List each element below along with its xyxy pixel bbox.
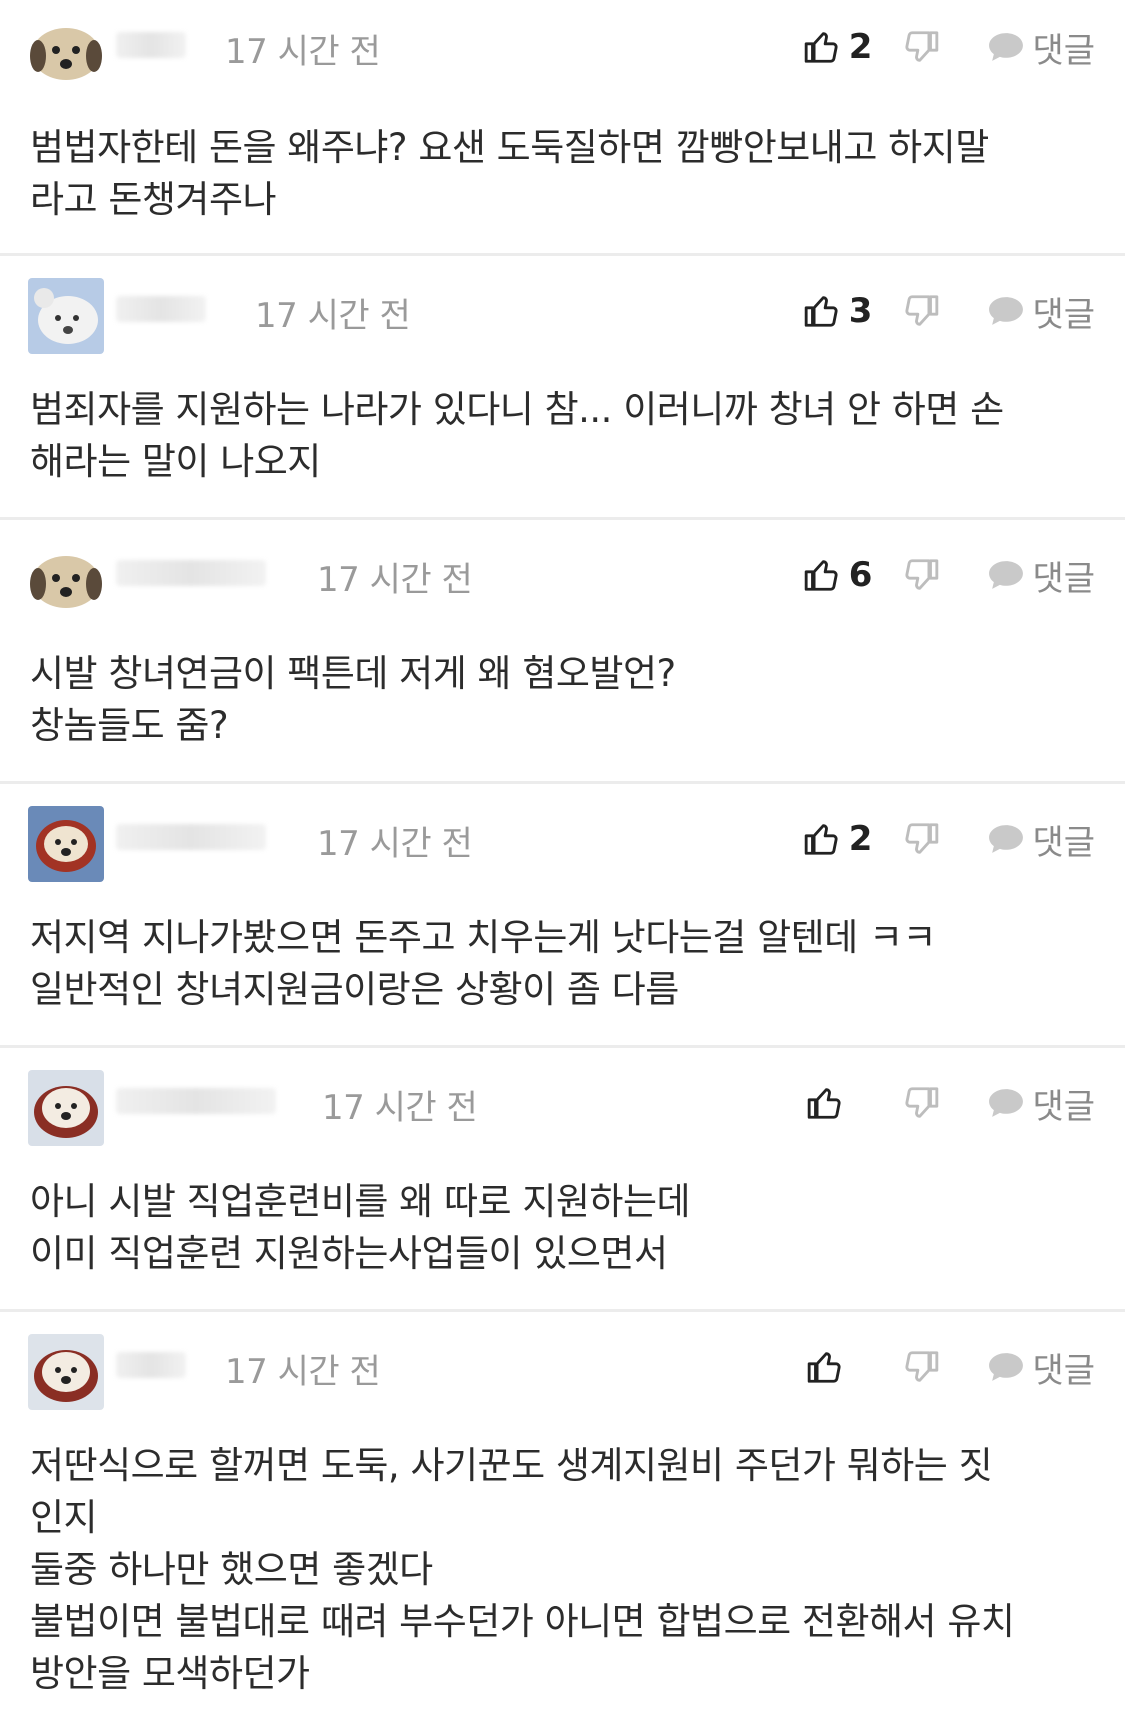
username-blurred bbox=[116, 1352, 186, 1378]
comment-actions: 2 댓글 bbox=[803, 814, 1095, 864]
speech-bubble-icon bbox=[989, 1353, 1024, 1381]
reply-button[interactable]: 댓글 bbox=[986, 815, 1095, 864]
dislike-button[interactable] bbox=[902, 28, 940, 66]
avatar[interactable] bbox=[28, 14, 104, 90]
comment-time: 17 시간 전 bbox=[255, 296, 411, 336]
comment-time: 17 시간 전 bbox=[317, 824, 473, 864]
thumbs-up-icon bbox=[808, 1352, 841, 1383]
comment-actions: 3 댓글 bbox=[803, 286, 1095, 336]
speech-bubble-icon bbox=[989, 33, 1024, 61]
avatar[interactable] bbox=[28, 1070, 104, 1146]
reply-label: 댓글 bbox=[1032, 1350, 1095, 1391]
like-button[interactable]: 3 bbox=[803, 291, 873, 331]
comment-time: 17 시간 전 bbox=[225, 32, 381, 72]
avatar[interactable] bbox=[28, 806, 104, 882]
comment-actions: 댓글 bbox=[806, 1342, 1095, 1392]
comment-item: 17 시간 전 3 댓글 범죄자를 지원하는 나라가 있다니 참... 이러니까… bbox=[0, 256, 1125, 520]
speech-bubble-icon bbox=[989, 297, 1024, 325]
reply-label: 댓글 bbox=[1032, 1086, 1095, 1127]
reply-button[interactable]: 댓글 bbox=[986, 1079, 1095, 1128]
thumbs-down-icon bbox=[905, 1087, 939, 1118]
speech-bubble-icon bbox=[989, 561, 1024, 589]
speech-bubble-icon bbox=[989, 825, 1024, 853]
comment-actions: 2 댓글 bbox=[803, 22, 1095, 72]
comment-item: 17 시간 전 6 댓글 시발 창녀연금이 팩튼데 저게 왜 혐오발언? 창놈들… bbox=[0, 520, 1125, 784]
comment-actions: 댓글 bbox=[806, 1078, 1095, 1128]
comment-item: 17 시간 전 댓글 아니 시발 직업훈련비를 왜 따로 지원하는데 이미 직업… bbox=[0, 1048, 1125, 1312]
username-blurred bbox=[116, 296, 206, 322]
thumbs-down-icon bbox=[905, 295, 939, 326]
thumbs-up-icon bbox=[804, 32, 838, 63]
reply-label: 댓글 bbox=[1032, 558, 1095, 599]
avatar[interactable] bbox=[28, 1334, 104, 1410]
avatar[interactable] bbox=[28, 278, 104, 354]
like-count: 2 bbox=[848, 27, 873, 67]
comment-text: 저지역 지나가봤으면 돈주고 치우는게 낫다는걸 알텐데 ㅋㅋ 일반적인 창녀지… bbox=[30, 916, 937, 1011]
thumbs-up-icon bbox=[804, 296, 838, 327]
comment-text: 범법자한테 돈을 왜주냐? 요샌 도둑질하면 깜빵안보내고 하지말 라고 돈챙겨… bbox=[30, 126, 989, 221]
reply-button[interactable]: 댓글 bbox=[986, 551, 1095, 600]
username-blurred bbox=[116, 32, 186, 58]
reply-button[interactable]: 댓글 bbox=[986, 23, 1095, 72]
reply-label: 댓글 bbox=[1032, 822, 1095, 863]
like-button[interactable]: 2 bbox=[803, 27, 873, 67]
like-count: 6 bbox=[848, 555, 873, 595]
comment-time: 17 시간 전 bbox=[317, 560, 473, 600]
comment-item: 17 시간 전 댓글 저딴식으로 할꺼면 도둑, 사기꾼도 생계지원비 주던가 … bbox=[0, 1312, 1125, 1724]
like-button[interactable]: 6 bbox=[803, 555, 873, 595]
comment-time: 17 시간 전 bbox=[225, 1352, 381, 1392]
like-button[interactable] bbox=[806, 1348, 872, 1386]
dislike-button[interactable] bbox=[902, 1348, 940, 1386]
reply-label: 댓글 bbox=[1032, 294, 1095, 335]
comment-item: 17 시간 전 2 댓글 범법자한테 돈을 왜주냐? 요샌 도둑질하면 깜빵안보… bbox=[0, 0, 1125, 256]
avatar[interactable] bbox=[28, 542, 104, 618]
thumbs-up-icon bbox=[804, 560, 838, 591]
speech-bubble-icon bbox=[989, 1089, 1024, 1117]
dislike-button[interactable] bbox=[902, 292, 940, 330]
thumbs-down-icon bbox=[905, 823, 939, 854]
comment-text: 시발 창녀연금이 팩튼데 저게 왜 혐오발언? 창놈들도 줌? bbox=[30, 652, 676, 747]
thumbs-down-icon bbox=[905, 559, 939, 590]
comment-text: 아니 시발 직업훈련비를 왜 따로 지원하는데 이미 직업훈련 지원하는사업들이… bbox=[30, 1180, 691, 1275]
thumbs-down-icon bbox=[905, 31, 939, 62]
like-count: 3 bbox=[848, 291, 873, 331]
comment-text: 범죄자를 지원하는 나라가 있다니 참... 이러니까 창녀 안 하면 손 해라… bbox=[30, 388, 1004, 483]
dislike-button[interactable] bbox=[902, 820, 940, 858]
thumbs-up-icon bbox=[808, 1088, 841, 1119]
username-blurred bbox=[116, 560, 266, 586]
thumbs-up-icon bbox=[804, 824, 838, 855]
comment-text: 저딴식으로 할꺼면 도둑, 사기꾼도 생계지원비 주던가 뭐하는 짓 인지 둘중… bbox=[30, 1444, 1015, 1695]
reply-label: 댓글 bbox=[1032, 30, 1095, 71]
like-button[interactable] bbox=[806, 1084, 872, 1122]
reply-button[interactable]: 댓글 bbox=[986, 1343, 1095, 1392]
username-blurred bbox=[116, 824, 266, 850]
comment-item: 17 시간 전 2 댓글 저지역 지나가봤으면 돈주고 치우는게 낫다는걸 알텐… bbox=[0, 784, 1125, 1048]
thumbs-down-icon bbox=[905, 1351, 939, 1382]
username-blurred bbox=[116, 1088, 276, 1114]
like-button[interactable]: 2 bbox=[803, 819, 873, 859]
dislike-button[interactable] bbox=[902, 556, 940, 594]
reply-button[interactable]: 댓글 bbox=[986, 287, 1095, 336]
comment-actions: 6 댓글 bbox=[803, 550, 1095, 600]
like-count: 2 bbox=[848, 819, 873, 859]
comment-time: 17 시간 전 bbox=[322, 1088, 478, 1128]
dislike-button[interactable] bbox=[902, 1084, 940, 1122]
